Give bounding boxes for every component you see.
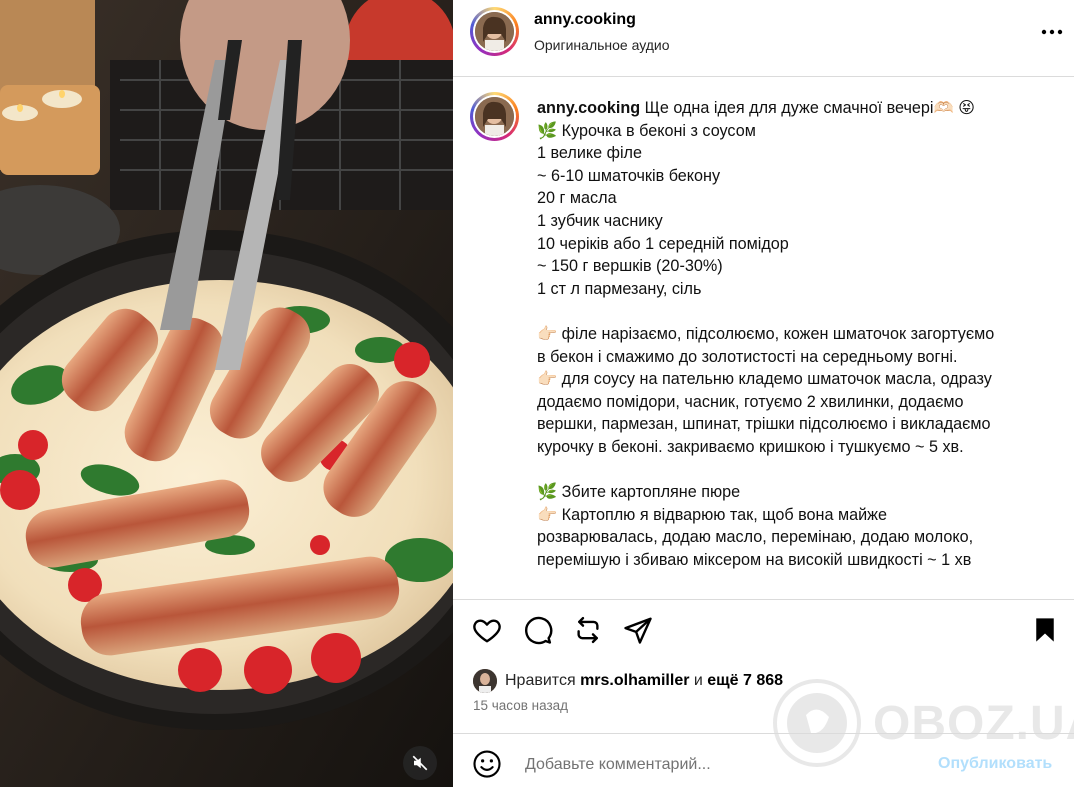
- caption-line: 1 зубчик часнику: [537, 211, 663, 230]
- caption-line: 1 ст л пармезану, сіль: [537, 279, 702, 298]
- author-avatar[interactable]: [470, 7, 519, 56]
- caption-avatar[interactable]: [470, 92, 519, 141]
- post-panel: anny.cooking Оригинальное аудио anny.coo…: [453, 0, 1074, 787]
- caption-line: додаємо помідори, часник, готуємо 2 хвил…: [537, 392, 964, 411]
- caption-line: 👉🏻 Картоплю я відварюю так, щоб вона май…: [537, 505, 888, 524]
- more-options-button[interactable]: [1038, 20, 1066, 44]
- caption-line: 👉🏻 для соусу на пательню кладемо шматочо…: [537, 370, 992, 389]
- share-button[interactable]: [621, 613, 655, 647]
- likes-prefix: Нравится: [505, 672, 576, 689]
- avatar-photo: [475, 12, 514, 51]
- repost-button[interactable]: [571, 613, 605, 647]
- bookmark-icon: [1036, 618, 1054, 642]
- mute-button[interactable]: [403, 746, 437, 780]
- emoji-button[interactable]: [472, 749, 502, 779]
- like-button[interactable]: [470, 613, 504, 647]
- caption-line: ~ 6-10 шматочків бекону: [537, 166, 721, 185]
- liker-avatar[interactable]: [473, 669, 497, 693]
- caption-line: 1 велике філе: [537, 144, 642, 163]
- caption-line: перемішую і збиваю міксером на високій ш…: [537, 550, 972, 569]
- comment-input[interactable]: [523, 752, 907, 778]
- action-bar: [453, 600, 1074, 664]
- speaker-muted-icon: [412, 755, 428, 771]
- caption-line: 20 г масла: [537, 189, 617, 208]
- post-media[interactable]: [0, 0, 453, 787]
- caption-line: 🌿 Збите картопляне пюре: [537, 483, 741, 502]
- add-comment-bar: Опубликовать: [453, 734, 1074, 787]
- food-video-frame: [0, 0, 453, 787]
- audio-link[interactable]: Оригинальное аудио: [534, 37, 670, 53]
- liker-username[interactable]: mrs.olhamiller: [580, 672, 689, 690]
- heart-icon: [473, 619, 501, 643]
- more-horizontal-icon: [1041, 29, 1063, 35]
- header-divider: [453, 76, 1074, 77]
- caption-line: 🌿 Курочка в беконі з соусом: [537, 121, 756, 140]
- send-icon: [624, 617, 652, 644]
- caption-line: в бекон і смажимо до золотистості на сер…: [537, 347, 958, 366]
- repost-icon: [577, 616, 599, 644]
- caption-line: розварювалась, додаю масло, перемінаю, д…: [537, 528, 974, 547]
- comment-icon: [525, 616, 553, 645]
- caption-line: 👉🏻 філе нарізаємо, підсолюємо, кожен шма…: [537, 324, 995, 343]
- post-timestamp[interactable]: 15 часов назад: [473, 698, 568, 713]
- likes-and: и: [693, 672, 703, 689]
- author-username[interactable]: anny.cooking: [534, 11, 636, 29]
- avatar-photo: [473, 669, 497, 693]
- caption-username[interactable]: anny.cooking: [537, 99, 640, 117]
- caption-line: anny.cooking Ще одна ідея для дуже смачн…: [537, 99, 976, 117]
- caption-line: вершки, пармезан, шпинат, трішки підсолю…: [537, 415, 991, 434]
- emoji-icon: [473, 750, 501, 778]
- likes-summary: Нравится mrs.olhamiller и ещё 7 868: [473, 668, 783, 694]
- publish-comment-button[interactable]: Опубликовать: [938, 755, 1052, 773]
- save-button[interactable]: [1028, 613, 1062, 647]
- caption-line: ~ 150 г вершків (20-30%): [537, 257, 723, 276]
- avatar-photo: [475, 97, 514, 136]
- caption-line: 10 черіків або 1 середній помідор: [537, 234, 789, 253]
- comment-button[interactable]: [521, 613, 555, 647]
- caption-line: курочку в беконі. закриваємо кришкою і т…: [537, 437, 964, 456]
- post-caption: anny.cooking Ще одна ідея для дуже смачн…: [537, 97, 1057, 571]
